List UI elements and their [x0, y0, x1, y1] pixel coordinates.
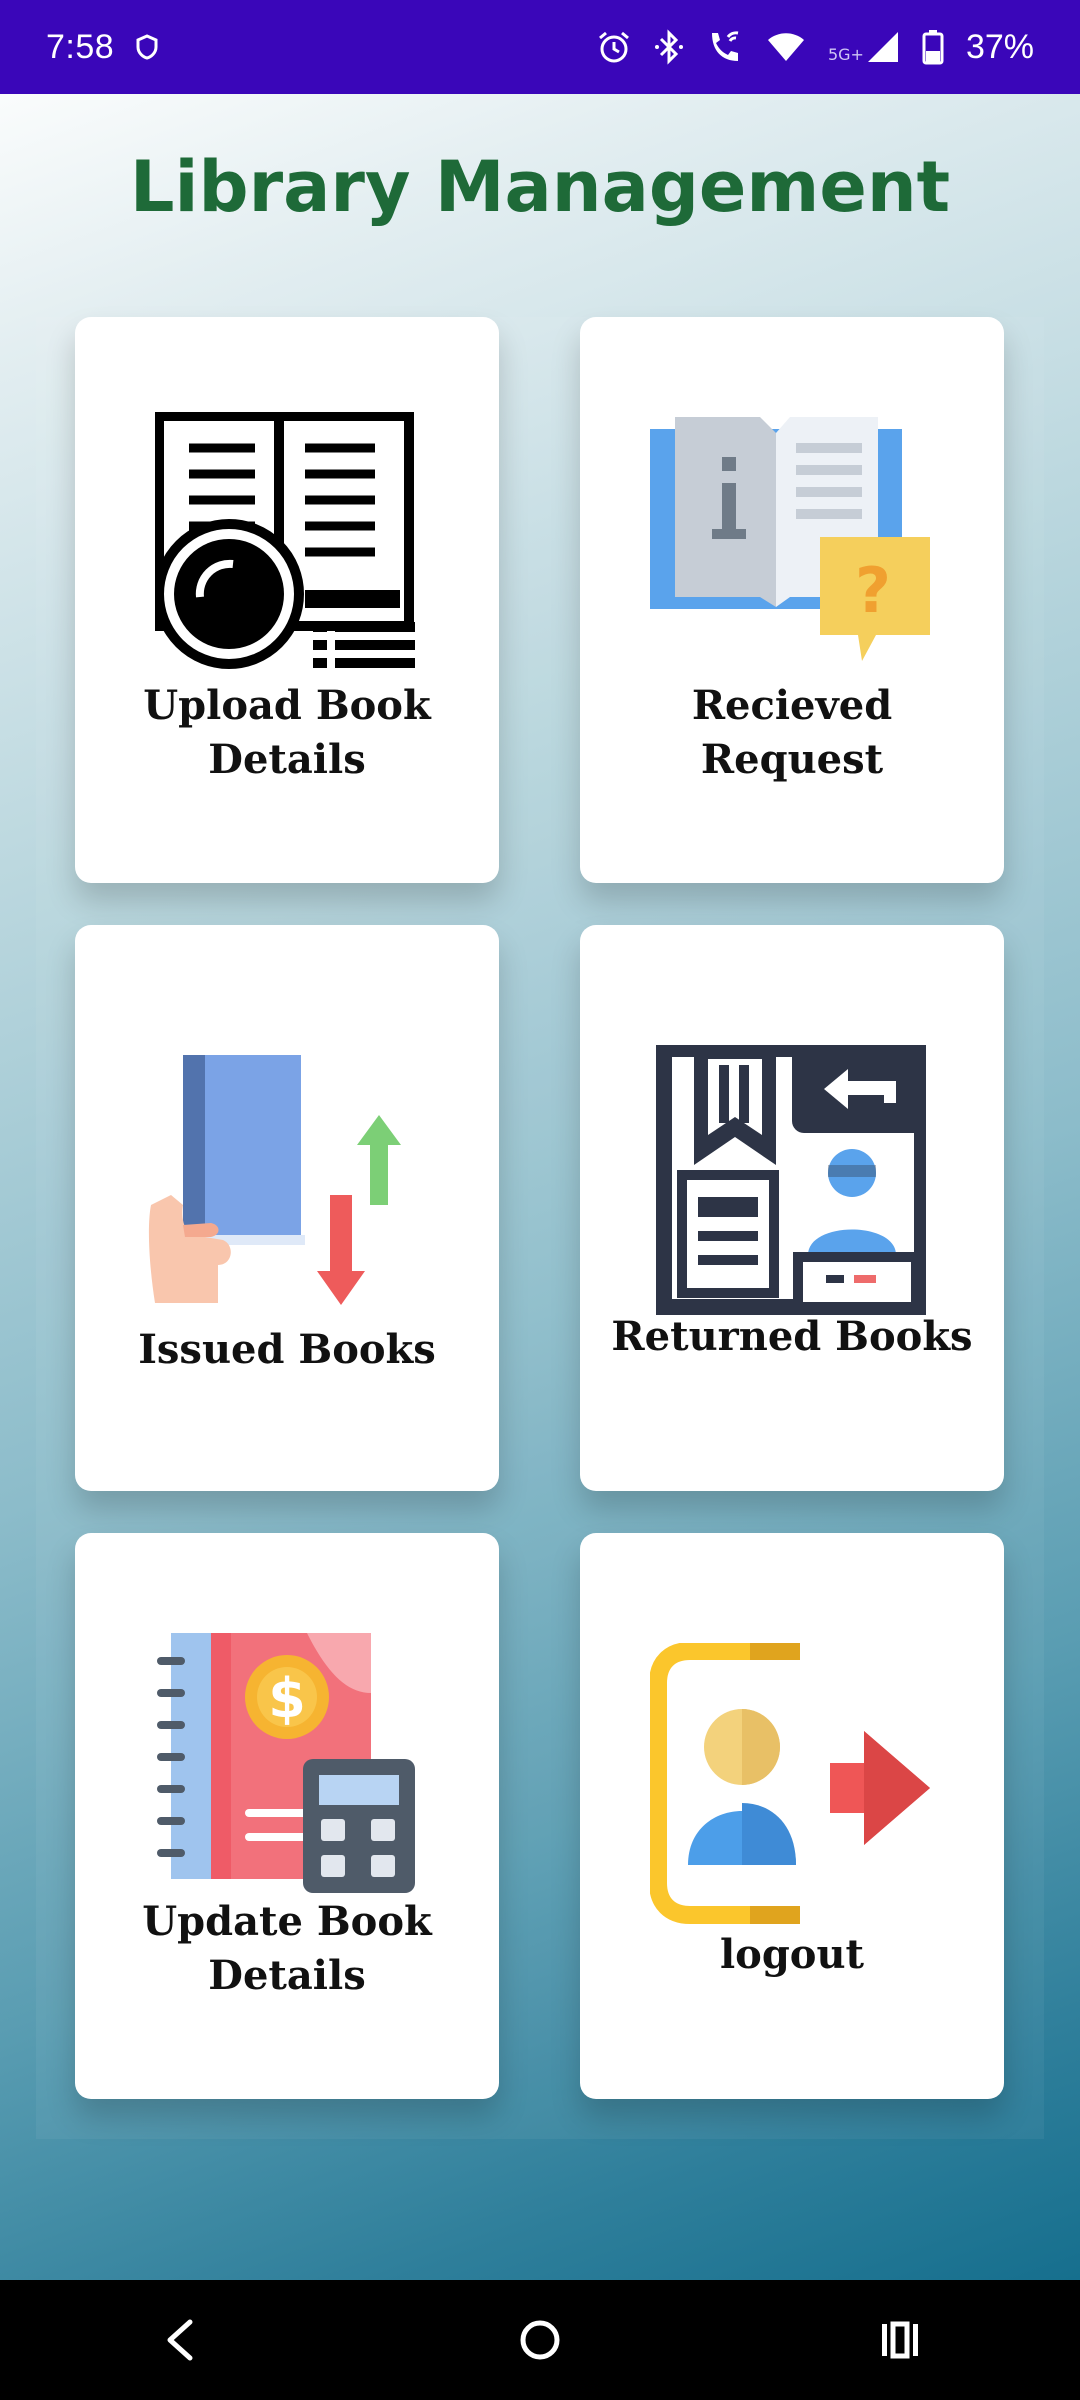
home-icon[interactable]	[480, 2280, 600, 2400]
update-book-details-card[interactable]: $ Update Book Details	[75, 1533, 499, 2099]
upload-book-details-label: Upload Book Details	[75, 679, 499, 787]
network-type: 5G+	[827, 45, 864, 64]
page-title: Library Management	[129, 146, 951, 228]
info-book-question-icon: ?	[650, 417, 940, 681]
app-content: Library Management Upload Book Details ?…	[0, 94, 1080, 2280]
vpn-icon	[136, 34, 158, 60]
received-request-card[interactable]: ? Recieved Request	[580, 317, 1004, 883]
navigation-bar	[0, 2280, 1080, 2400]
issued-books-label: Issued Books	[138, 1326, 436, 1373]
label-line-2: Details	[208, 1952, 366, 1999]
label-line-1: Update Book	[142, 1898, 432, 1945]
label-line-2: Details	[208, 736, 366, 783]
label-line-1: Recieved	[691, 682, 893, 729]
svg-text:$: $	[268, 1667, 306, 1730]
returned-books-card[interactable]: Returned Books	[580, 925, 1004, 1491]
battery-percent: 37%	[965, 27, 1034, 66]
returned-books-label: Returned Books	[611, 1313, 973, 1360]
ledger-calculator-icon: $	[157, 1633, 421, 1901]
book-return-icon	[656, 1045, 932, 1319]
recents-icon[interactable]	[840, 2280, 960, 2400]
status-bar: 7:58 5G+ 37%	[0, 0, 1080, 94]
logout-card[interactable]: logout	[580, 1533, 1004, 2099]
upload-book-details-card[interactable]: Upload Book Details	[75, 317, 499, 883]
alarm-icon	[596, 29, 632, 65]
received-request-label: Recieved Request	[580, 679, 1004, 787]
wifi-call-icon	[706, 29, 744, 65]
logout-label: logout	[719, 1931, 865, 1978]
back-icon[interactable]	[120, 2280, 240, 2400]
open-book-magnifier-icon	[154, 411, 419, 680]
logout-icon	[649, 1642, 940, 1937]
update-book-details-label: Update Book Details	[75, 1895, 499, 2003]
book-exchange-icon	[143, 1055, 433, 1319]
issued-books-card[interactable]: Issued Books	[75, 925, 499, 1491]
battery-icon	[922, 29, 944, 65]
bluetooth-icon	[654, 29, 684, 65]
label-line-2: Request	[700, 736, 884, 783]
cellular-signal-icon: 5G+	[828, 30, 900, 64]
wifi-icon	[766, 31, 806, 63]
status-time: 7:58	[46, 27, 115, 66]
svg-text:?: ?	[855, 554, 891, 627]
label-line-1: Upload Book	[143, 682, 431, 729]
